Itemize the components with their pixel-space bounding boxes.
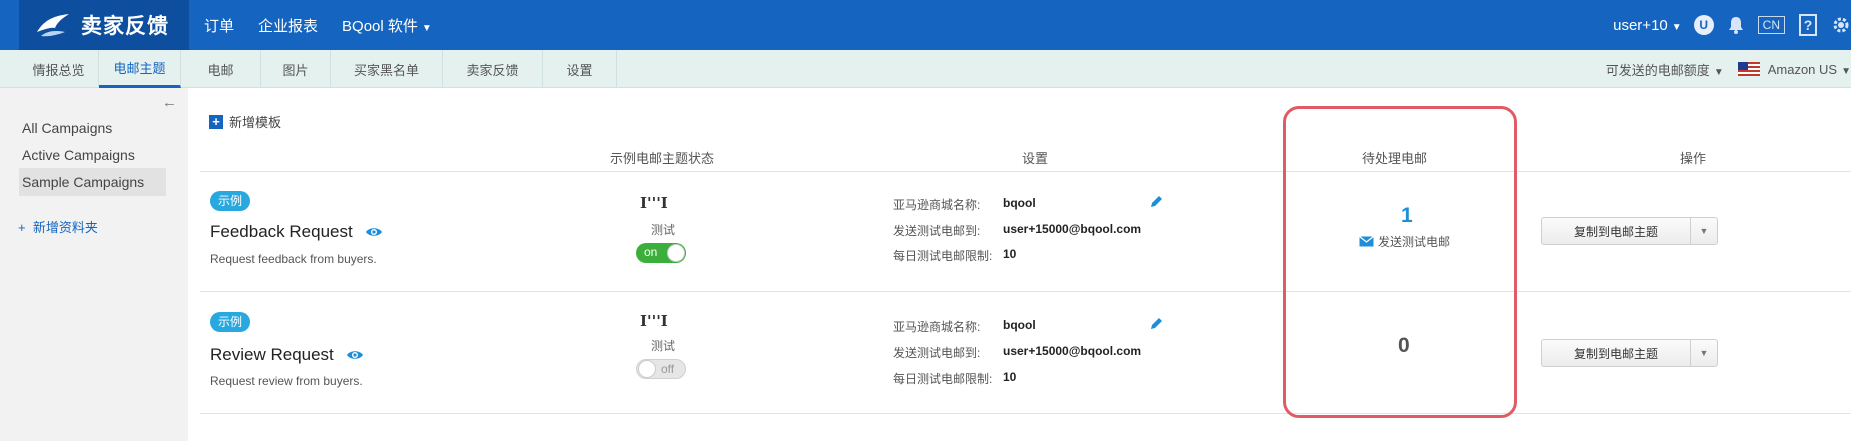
test-icon: I'''I bbox=[640, 312, 668, 330]
sidebar-item-active-campaigns[interactable]: Active Campaigns bbox=[22, 147, 135, 163]
nav-orders[interactable]: 订单 bbox=[204, 15, 234, 36]
tab-emails[interactable]: 电邮 bbox=[181, 50, 261, 88]
sub-navbar: 情报总览 电邮主题 电邮 图片 买家黑名单 卖家反馈 设置 可发送的电邮额度 ▼ … bbox=[0, 50, 1851, 88]
eye-icon[interactable] bbox=[365, 226, 383, 238]
toggle-knob bbox=[638, 360, 656, 378]
row-divider bbox=[200, 413, 1851, 414]
setting-value-daily-limit: 10 bbox=[1003, 247, 1017, 261]
add-folder-label: 新增资料夹 bbox=[32, 220, 98, 235]
marketplace-label: Amazon US bbox=[1767, 61, 1838, 77]
tab-seller-feedback[interactable]: 卖家反馈 bbox=[443, 50, 543, 88]
setting-label-store: 亚马逊商城名称: bbox=[893, 320, 981, 334]
highlight-annotation bbox=[1283, 106, 1517, 418]
language-switch[interactable]: CN bbox=[1757, 16, 1785, 34]
test-label: 测试 bbox=[651, 339, 676, 353]
pencil-icon[interactable] bbox=[1149, 317, 1163, 331]
user-avatar[interactable]: U bbox=[1693, 15, 1714, 35]
sidebar-item-all-campaigns[interactable]: All Campaigns bbox=[22, 120, 112, 136]
caret-down-icon: ▼ bbox=[1841, 65, 1851, 77]
setting-label-daily-limit: 每日测试电邮限制: bbox=[893, 372, 993, 386]
us-flag-icon bbox=[1737, 62, 1760, 76]
subnav-right: 可发送的电邮额度 ▼ Amazon US ▼ bbox=[1606, 50, 1851, 88]
setting-label-store: 亚马逊商城名称: bbox=[893, 198, 981, 212]
status-toggle[interactable]: on bbox=[636, 243, 686, 263]
marketplace-dropdown[interactable]: Amazon US ▼ bbox=[1768, 62, 1851, 77]
campaign-title[interactable]: Review Request bbox=[210, 345, 364, 365]
email-quota-label: 可发送的电邮额度 bbox=[1605, 62, 1710, 78]
tab-images[interactable]: 图片 bbox=[261, 50, 331, 88]
campaign-title-text: Review Request bbox=[210, 345, 334, 364]
tab-email-campaigns[interactable]: 电邮主题 bbox=[99, 50, 181, 88]
campaign-description: Request feedback from buyers. bbox=[210, 252, 377, 266]
subnav-tabs: 情报总览 电邮主题 电邮 图片 买家黑名单 卖家反馈 设置 bbox=[19, 50, 617, 88]
header-actions: 操作 bbox=[1680, 151, 1707, 166]
toggle-state: on bbox=[644, 245, 658, 259]
tab-buyer-blacklist[interactable]: 买家黑名单 bbox=[331, 50, 443, 88]
caret-down-icon: ▼ bbox=[1713, 66, 1724, 78]
caret-down-icon: ▼ bbox=[1671, 21, 1682, 33]
caret-down-icon[interactable]: ▼ bbox=[1691, 340, 1717, 366]
header-status: 示例电邮主题状态 bbox=[610, 151, 715, 166]
copy-to-campaign-button[interactable]: 复制到电邮主题 ▼ bbox=[1541, 217, 1718, 245]
copy-to-campaign-label[interactable]: 复制到电邮主题 bbox=[1542, 340, 1691, 366]
campaign-description: Request review from buyers. bbox=[210, 374, 363, 388]
copy-to-campaign-label[interactable]: 复制到电邮主题 bbox=[1542, 218, 1691, 244]
logo-text: 卖家反馈 bbox=[81, 15, 169, 38]
plus-icon: + bbox=[18, 220, 26, 235]
arrow-left-icon[interactable]: ← bbox=[162, 94, 177, 111]
app-logo[interactable]: 卖家反馈 bbox=[19, 0, 189, 50]
header-settings: 设置 bbox=[1022, 151, 1049, 166]
gear-icon[interactable] bbox=[1831, 15, 1851, 35]
test-icon: I'''I bbox=[640, 194, 668, 212]
bell-icon[interactable] bbox=[1728, 16, 1744, 34]
sidebar-item-sample-campaigns[interactable]: Sample Campaigns bbox=[19, 168, 166, 196]
copy-to-campaign-button[interactable]: 复制到电邮主题 ▼ bbox=[1541, 339, 1718, 367]
sample-badge: 示例 bbox=[210, 312, 251, 332]
row-divider bbox=[200, 171, 1851, 172]
row-divider bbox=[200, 291, 1851, 292]
new-template-label: 新增模板 bbox=[229, 115, 282, 130]
campaign-title-text: Feedback Request bbox=[210, 222, 353, 241]
tab-settings[interactable]: 设置 bbox=[543, 50, 617, 88]
toggle-knob bbox=[667, 244, 685, 262]
top-right-tools: user+10 ▼ U CN ? bbox=[1613, 0, 1851, 50]
setting-value-store: bqool bbox=[1003, 318, 1036, 332]
setting-label-daily-limit: 每日测试电邮限制: bbox=[893, 249, 993, 263]
user-name: user+10 bbox=[1613, 16, 1668, 34]
sidebar: ← All Campaigns Active Campaigns Sample … bbox=[0, 88, 188, 441]
setting-value-test-email: user+15000@bqool.com bbox=[1003, 344, 1142, 358]
setting-label-test-email: 发送测试电邮到: bbox=[893, 224, 981, 238]
sample-badge: 示例 bbox=[210, 191, 251, 211]
nav-software[interactable]: BQool 软件 ▼ bbox=[342, 15, 432, 36]
user-menu[interactable]: user+10 ▼ bbox=[1613, 17, 1682, 34]
setting-label-test-email: 发送测试电邮到: bbox=[893, 346, 981, 360]
help-icon[interactable]: ? bbox=[1799, 14, 1817, 36]
toggle-state: off bbox=[661, 362, 675, 376]
top-navbar: 卖家反馈 订单 企业报表 BQool 软件 ▼ user+10 ▼ U CN ? bbox=[0, 0, 1851, 50]
plus-icon: + bbox=[209, 114, 223, 129]
campaign-title[interactable]: Feedback Request bbox=[210, 222, 383, 242]
pencil-icon[interactable] bbox=[1149, 195, 1163, 209]
top-nav: 订单 企业报表 BQool 软件 ▼ bbox=[180, 0, 432, 50]
email-quota-dropdown[interactable]: 可发送的电邮额度 ▼ bbox=[1606, 60, 1724, 79]
new-template-button[interactable]: + 新增模板 bbox=[209, 112, 281, 131]
setting-value-test-email: user+15000@bqool.com bbox=[1003, 222, 1142, 236]
logo-bird-icon bbox=[37, 14, 69, 37]
setting-value-store: bqool bbox=[1003, 196, 1036, 210]
caret-down-icon: ▼ bbox=[421, 22, 432, 34]
status-toggle[interactable]: off bbox=[636, 359, 686, 379]
setting-value-daily-limit: 10 bbox=[1003, 370, 1017, 384]
nav-software-label: BQool 软件 bbox=[342, 17, 418, 35]
test-label: 测试 bbox=[651, 223, 676, 237]
caret-down-icon[interactable]: ▼ bbox=[1691, 218, 1717, 244]
nav-reports[interactable]: 企业报表 bbox=[258, 15, 318, 36]
eye-icon[interactable] bbox=[346, 349, 364, 361]
tab-dashboard[interactable]: 情报总览 bbox=[19, 50, 99, 88]
add-folder-link[interactable]: + 新增资料夹 bbox=[18, 217, 98, 236]
